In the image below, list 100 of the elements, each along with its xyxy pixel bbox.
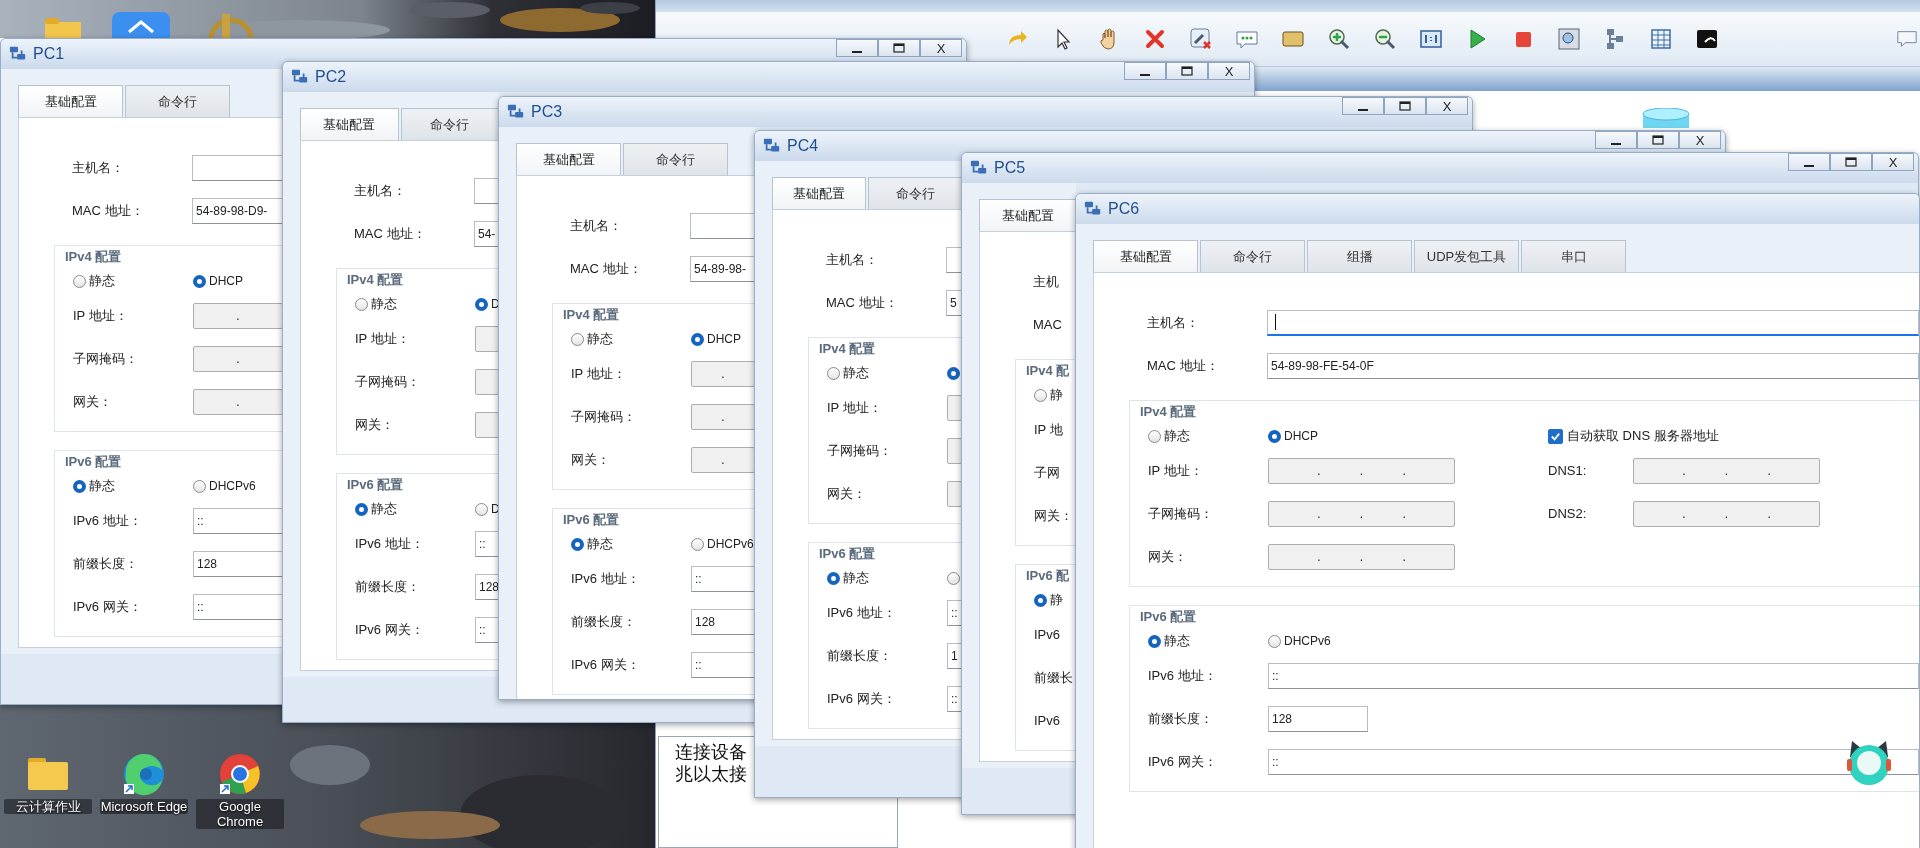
radio-circle[interactable] (193, 479, 206, 493)
radio-circle[interactable] (1148, 429, 1161, 443)
close-button[interactable]: X (920, 39, 962, 57)
ip-address-field[interactable] (475, 325, 499, 352)
frame-icon[interactable] (1419, 27, 1443, 51)
input-field[interactable]: :: (691, 565, 755, 592)
picture-frame-icon[interactable] (1557, 27, 1581, 51)
radio-button[interactable]: DHCP (691, 332, 755, 346)
tab[interactable]: 命令行 (868, 177, 962, 209)
radio-button[interactable]: DHCPv6 (691, 537, 755, 551)
radio-button[interactable]: 静态 (571, 535, 691, 553)
desktop-icon-label[interactable]: Microsoft Edge (100, 799, 188, 814)
desktop-icon-label[interactable]: Google Chrome (196, 799, 284, 829)
radio-circle[interactable] (355, 297, 368, 311)
tab[interactable]: 命令行 (125, 85, 230, 117)
tab[interactable]: 基础配置 (772, 177, 866, 209)
radio-button[interactable]: 静态 (73, 272, 193, 290)
radio-button[interactable]: 静态 (571, 330, 691, 348)
radio-circle[interactable] (73, 479, 86, 493)
input-field[interactable]: :: (475, 616, 499, 643)
input-field[interactable] (474, 177, 499, 204)
ip-address-field[interactable]: . (193, 388, 283, 415)
tab[interactable]: 命令行 (400, 108, 499, 140)
checkbox-square[interactable] (1548, 428, 1563, 444)
speech-bubble-icon[interactable] (1896, 28, 1918, 50)
input-field[interactable]: 54-89-98-FE-54-0F (1267, 352, 1919, 379)
tab[interactable]: 命令行 (623, 143, 728, 175)
ip-address-field[interactable]: . . . (1633, 457, 1820, 484)
tab[interactable]: 串口 (1521, 240, 1626, 272)
radio-button[interactable]: 静态 (355, 295, 475, 313)
ip-address-field[interactable]: . . . (1633, 500, 1820, 527)
wrench-icon[interactable] (1189, 27, 1213, 51)
radio-button[interactable]: 静态 (827, 569, 947, 587)
tab[interactable]: UDP发包工具 (1414, 240, 1519, 272)
input-field[interactable]: 128 (1268, 705, 1368, 732)
ip-address-field[interactable]: . (193, 345, 283, 372)
radio-circle[interactable] (193, 274, 206, 288)
radio-circle[interactable] (827, 571, 840, 585)
input-field[interactable]: :: (691, 651, 755, 678)
radio-circle[interactable] (1034, 388, 1047, 402)
radio-button[interactable]: 静态 (1148, 427, 1268, 445)
radio-circle[interactable] (475, 297, 488, 311)
minimize-button[interactable] (1595, 131, 1637, 149)
desktop-icon-label[interactable]: 云计算作业 (4, 799, 92, 814)
ip-address-field[interactable]: . . . (1268, 500, 1455, 527)
input-field[interactable]: :: (475, 530, 499, 557)
input-field[interactable]: 128 (691, 608, 755, 635)
radio-circle[interactable] (355, 502, 368, 516)
input-field[interactable]: 54-89-98-D9- (192, 197, 283, 224)
delete-icon[interactable] (1143, 27, 1167, 51)
radio-circle[interactable] (571, 537, 584, 551)
ip-address-field[interactable]: . (691, 403, 755, 430)
radio-button[interactable]: 静态 (1148, 632, 1268, 650)
radio-circle[interactable] (691, 537, 704, 551)
input-field[interactable] (1267, 309, 1919, 336)
zoom-in-icon[interactable] (1327, 27, 1351, 51)
maximize-button[interactable] (1166, 62, 1208, 80)
close-button[interactable]: X (1679, 131, 1721, 149)
input-field[interactable] (192, 154, 283, 181)
close-button[interactable]: X (1208, 62, 1250, 80)
input-field[interactable]: 128 (193, 550, 283, 577)
input-field[interactable]: 5 (946, 289, 962, 316)
input-field[interactable] (690, 212, 755, 239)
input-field[interactable]: 128 (475, 573, 499, 600)
minimize-button[interactable] (1788, 153, 1830, 171)
tricolor-circle-icon[interactable] (218, 752, 262, 796)
ip-address-field[interactable]: . (691, 446, 755, 473)
app-icon[interactable] (112, 12, 170, 38)
maximize-button[interactable] (1384, 97, 1426, 115)
checkbox[interactable]: 自动获取 DNS 服务器地址 (1548, 423, 1919, 449)
radio-button[interactable]: DHCPv6 (1268, 634, 1388, 648)
radio-circle[interactable] (1148, 634, 1161, 648)
maximize-button[interactable] (1830, 153, 1872, 171)
tab[interactable]: 基础配置 (18, 85, 123, 117)
input-field[interactable]: 54-89-98- (690, 255, 755, 282)
input-field[interactable]: 54- (474, 220, 499, 247)
tab[interactable]: 组播 (1307, 240, 1412, 272)
terminal-icon[interactable] (1695, 27, 1719, 51)
radio-circle[interactable] (73, 274, 86, 288)
minimize-button[interactable] (836, 39, 878, 57)
maximize-button[interactable] (878, 39, 920, 57)
ip-address-field[interactable]: . . . (1268, 543, 1455, 570)
radio-button[interactable]: 静 (1034, 591, 1076, 609)
tab[interactable]: 基础配置 (516, 143, 621, 175)
maximize-button[interactable] (1637, 131, 1679, 149)
tab[interactable]: 命令行 (1200, 240, 1305, 272)
radio-circle[interactable] (1034, 593, 1047, 607)
input-field[interactable]: :: (193, 507, 283, 534)
minimize-button[interactable] (1342, 97, 1384, 115)
close-button[interactable]: X (1426, 97, 1468, 115)
radio-button[interactable]: 静态 (827, 364, 947, 382)
input-field[interactable] (946, 246, 962, 273)
ip-address-field[interactable]: . (193, 302, 283, 329)
radio-circle[interactable] (571, 332, 584, 346)
radio-circle[interactable] (1268, 634, 1281, 648)
radio-button[interactable]: DHCP (193, 274, 283, 288)
radio-button[interactable]: 静 (1034, 386, 1076, 404)
input-field[interactable]: :: (1268, 662, 1919, 689)
zoom-out-icon[interactable] (1373, 27, 1397, 51)
tab[interactable]: 基础配置 (300, 108, 399, 140)
